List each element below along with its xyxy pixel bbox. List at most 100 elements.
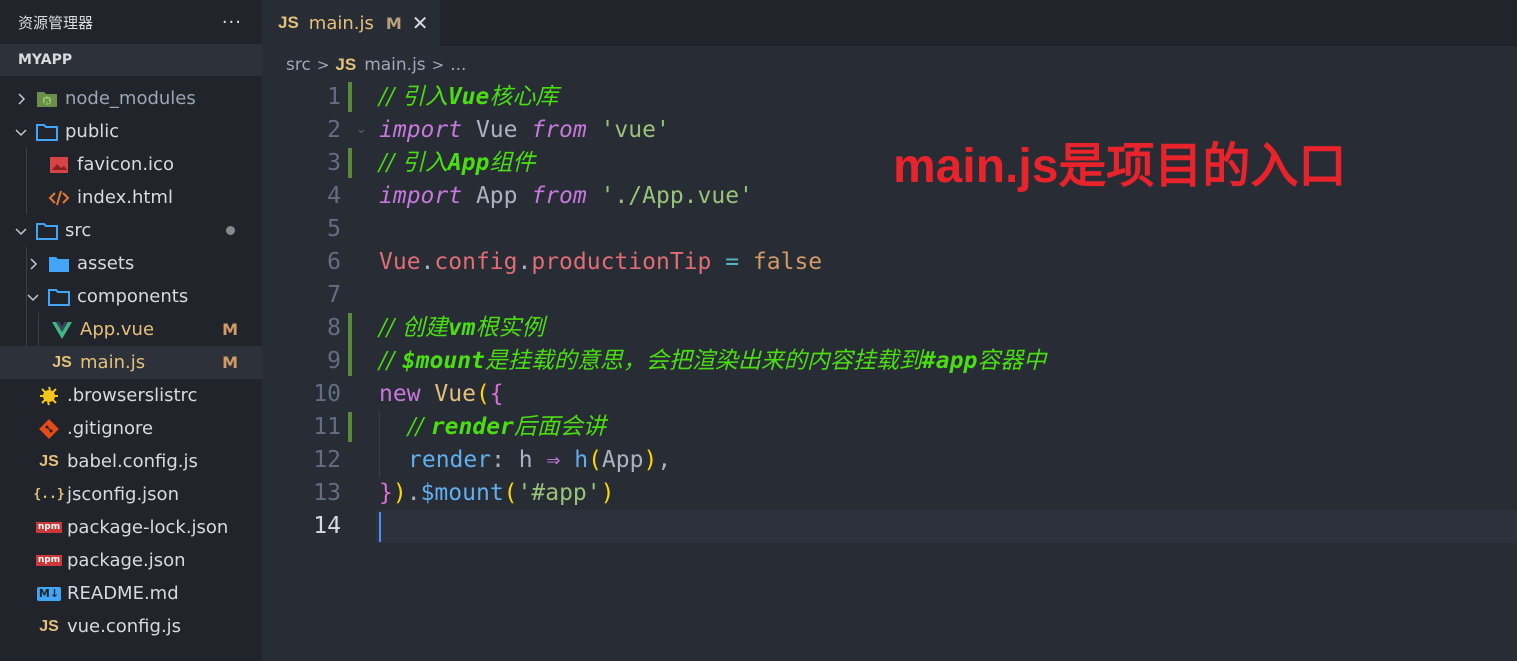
tree-item-babel-config[interactable]: JS babel.config.js — [0, 445, 262, 478]
code-line[interactable]: 9 // $mount是挂载的意思，会把渲染出来的内容挂载到#app容器中 — [262, 345, 1517, 378]
code-text: import Vue from 'vue' — [379, 117, 670, 143]
line-number: 3 — [327, 150, 341, 176]
tree-item-app-vue[interactable]: App.vue M — [0, 313, 262, 346]
vue-icon — [50, 319, 74, 341]
tree-item-label: .gitignore — [67, 418, 154, 439]
tree-item-assets[interactable]: assets — [0, 247, 262, 280]
line-number: 11 — [313, 414, 341, 440]
tab-main-js[interactable]: JS main.js M ✕ — [262, 0, 440, 46]
tree-item-jsconfig[interactable]: {..} jsconfig.json — [0, 478, 262, 511]
image-icon — [47, 154, 71, 176]
node-folder-icon: JS — [35, 88, 59, 110]
tree-item-main-js[interactable]: JS main.js M — [0, 346, 262, 379]
modified-badge: M — [222, 353, 238, 372]
code-text: // 引入App组件 — [379, 150, 536, 176]
html-icon — [47, 187, 71, 209]
tree-item-label: babel.config.js — [67, 451, 198, 472]
tree-item-browserslistrc[interactable]: .browserslistrc — [0, 379, 262, 412]
tree-item-label: main.js — [80, 352, 146, 373]
explorer-header: 资源管理器 ··· — [0, 0, 262, 44]
modified-badge: M — [222, 320, 238, 339]
line-number: 13 — [313, 480, 341, 506]
tree-item-label: App.vue — [80, 319, 155, 340]
tree-item-components[interactable]: components — [0, 280, 262, 313]
tree-item-gitignore[interactable]: .gitignore — [0, 412, 262, 445]
js-icon: JS — [39, 452, 59, 470]
tree-item-readme[interactable]: M↓ README.md — [0, 577, 262, 610]
tree-item-label: README.md — [67, 583, 179, 604]
code-text: render: h ⇒ h(App), — [408, 447, 672, 473]
chevron-down-icon — [26, 291, 40, 303]
tree-item-label: jsconfig.json — [67, 484, 179, 505]
tree-item-label: assets — [77, 253, 135, 274]
tree-item-package-json[interactable]: npm package.json — [0, 544, 262, 577]
code-line[interactable]: 5 — [262, 213, 1517, 246]
npm-icon: npm — [35, 522, 63, 533]
explorer-title: 资源管理器 — [18, 13, 94, 32]
modified-badge: M — [385, 13, 402, 33]
tree-item-label: package-lock.json — [67, 517, 229, 538]
tree-item-label: public — [65, 121, 120, 142]
line-number: 7 — [327, 282, 341, 308]
more-actions-icon[interactable]: ··· — [222, 12, 242, 33]
code-text: // render后面会讲 — [408, 414, 606, 440]
breadcrumb-file[interactable]: main.js — [364, 55, 425, 75]
folder-icon — [47, 253, 71, 275]
line-number: 6 — [327, 249, 341, 275]
code-text: Vue.config.productionTip = false — [379, 249, 823, 275]
tree-item-label: .browserslistrc — [67, 385, 198, 406]
markdown-icon: M↓ — [36, 586, 62, 601]
code-line[interactable]: 14 — [262, 510, 1517, 543]
tree-item-index-html[interactable]: index.html — [0, 181, 262, 214]
line-number: 1 — [327, 84, 341, 110]
tree-item-label: package.json — [67, 550, 186, 571]
line-number: 14 — [313, 513, 341, 539]
code-line[interactable]: 1 // 引入Vue核心库 — [262, 81, 1517, 114]
tree-item-src[interactable]: src — [0, 214, 262, 247]
tree-item-label: vue.config.js — [67, 616, 182, 637]
tab-bar: JS main.js M ✕ — [262, 0, 1517, 46]
line-number: 4 — [327, 183, 341, 209]
breadcrumb-symbols[interactable]: ... — [450, 55, 466, 75]
code-text: new Vue({ — [379, 381, 504, 407]
tree-item-label: components — [77, 286, 189, 307]
breadcrumb-folder[interactable]: src — [286, 55, 311, 75]
tree-item-label: node_modules — [65, 88, 196, 109]
code-text: // 引入Vue核心库 — [379, 84, 559, 110]
tree-item-public[interactable]: public — [0, 115, 262, 148]
folder-open-icon — [35, 220, 59, 242]
annotation-text: main.js是项目的入口 — [893, 140, 1347, 193]
folder-open-icon — [47, 286, 71, 308]
tab-label: main.js — [308, 12, 374, 34]
tree-item-node-modules[interactable]: JS node_modules — [0, 82, 262, 115]
chevron-right-icon: > — [316, 56, 330, 74]
line-number: 8 — [327, 315, 341, 341]
line-number: 10 — [313, 381, 341, 407]
tree-item-favicon[interactable]: favicon.ico — [0, 148, 262, 181]
line-number: 9 — [327, 348, 341, 374]
project-name: MYAPP — [18, 52, 73, 68]
project-root[interactable]: MYAPP — [0, 44, 262, 76]
line-number: 2 — [327, 117, 341, 143]
tree-item-label: index.html — [77, 187, 173, 208]
line-number: 5 — [327, 216, 341, 242]
tree-item-package-lock[interactable]: npm package-lock.json — [0, 511, 262, 544]
js-icon: JS — [335, 55, 357, 74]
explorer-sidebar: 资源管理器 ··· MYAPP JS node_modules public f… — [0, 0, 262, 661]
folder-open-icon — [35, 121, 59, 143]
git-icon — [37, 418, 61, 440]
tree-item-vue-config[interactable]: JS vue.config.js — [0, 610, 262, 643]
js-icon: JS — [39, 617, 59, 635]
chevron-right-icon: > — [431, 56, 445, 74]
code-line[interactable]: 13 }).$mount('#app') — [262, 477, 1517, 510]
code-line[interactable]: 7 — [262, 279, 1517, 312]
code-editor: JS main.js M ✕ src > JS main.js > ... ⌄ … — [262, 0, 1517, 661]
code-line[interactable]: 10 new Vue({ — [262, 378, 1517, 411]
code-line[interactable]: 6 Vue.config.productionTip = false — [262, 246, 1517, 279]
code-line[interactable]: 8 // 创建vm根实例 — [262, 312, 1517, 345]
code-line[interactable]: 11 // render后面会讲 — [262, 411, 1517, 444]
close-icon[interactable]: ✕ — [412, 11, 429, 35]
code-text: // 创建vm根实例 — [379, 315, 545, 341]
code-line[interactable]: 12 render: h ⇒ h(App), — [262, 444, 1517, 477]
breadcrumb: src > JS main.js > ... — [286, 50, 466, 80]
